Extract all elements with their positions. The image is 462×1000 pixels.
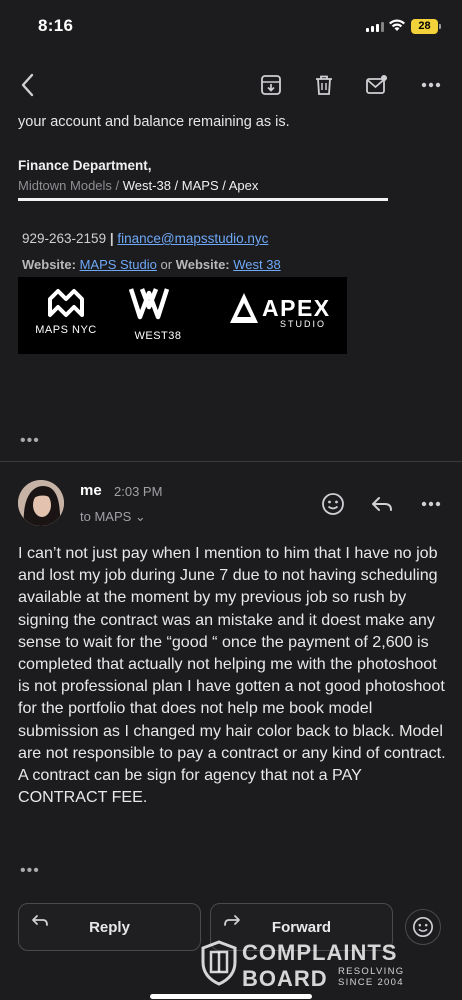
- signature-title: Finance Department,: [18, 158, 152, 173]
- reply-button[interactable]: Reply: [18, 903, 201, 951]
- home-indicator[interactable]: [150, 994, 312, 999]
- status-bar: 8:16 28: [0, 0, 462, 56]
- battery-icon: 28: [411, 19, 441, 34]
- reply-button-label: Reply: [89, 919, 130, 936]
- west38-logo-text: WEST38: [134, 330, 181, 342]
- recipient-details[interactable]: to MAPS ⌄: [80, 509, 146, 525]
- cellular-signal-icon: [366, 22, 384, 32]
- emoji-reaction-icon[interactable]: [318, 489, 348, 519]
- signature-orgs-rest: West-38 / MAPS / Apex: [122, 178, 259, 193]
- apex-logo-text: APEX: [262, 295, 331, 321]
- archive-icon[interactable]: [256, 70, 286, 100]
- wifi-icon: [388, 18, 406, 37]
- message-body: I can’t not just pay when I mention to h…: [18, 544, 446, 807]
- reply-icon[interactable]: [367, 489, 397, 519]
- message-divider: [0, 461, 462, 462]
- mail-toolbar: [0, 56, 462, 116]
- website-link-maps[interactable]: MAPS Studio: [80, 257, 157, 272]
- signature-orgs-dim: Midtown Models /: [18, 178, 123, 193]
- sender-name: me: [80, 482, 102, 499]
- email-link[interactable]: finance@mapsstudio.nyc: [117, 231, 268, 246]
- apex-logo: APEX STUDIO: [230, 293, 331, 329]
- trash-icon[interactable]: [309, 70, 339, 100]
- maps-logo-text: MAPS NYC: [35, 324, 96, 336]
- contact-separator: |: [106, 231, 118, 246]
- website-link-west[interactable]: West 38: [233, 257, 280, 272]
- show-quoted-text-button[interactable]: •••: [20, 862, 40, 880]
- show-trimmed-content-button[interactable]: •••: [20, 432, 40, 450]
- chevron-down-icon: ⌄: [134, 509, 146, 524]
- apex-studio-text: STUDIO: [280, 319, 326, 329]
- contact-line: 929-263-2159 | finance@mapsstudio.nyc: [22, 231, 268, 246]
- website-label-2: Website:: [175, 257, 230, 272]
- previous-message-text: your account and balance remaining as is…: [18, 114, 290, 130]
- maps-logo: MAPS NYC: [35, 289, 96, 336]
- watermark-tag-2: SINCE 2004: [338, 977, 404, 988]
- smiley-icon: [413, 917, 433, 937]
- more-icon[interactable]: [416, 70, 446, 100]
- logo-banner: MAPS NYC WEST38 APEX STUDIO: [18, 277, 347, 354]
- signature-divider: [18, 198, 388, 201]
- recipient-label: to MAPS: [80, 509, 132, 524]
- back-icon[interactable]: [12, 70, 42, 100]
- phone-number[interactable]: 929-263-2159: [22, 231, 106, 246]
- watermark-line-2: BOARD: [242, 966, 328, 991]
- website-line: Website: MAPS Studio or Website: West 38: [22, 257, 281, 272]
- sent-time: 2:03 PM: [114, 484, 163, 499]
- signature-orgs: Midtown Models / West-38 / MAPS / Apex: [18, 178, 258, 193]
- website-label-1: Website:: [22, 257, 76, 272]
- forward-button-label: Forward: [271, 919, 332, 936]
- shield-icon: [201, 940, 237, 986]
- message-more-icon[interactable]: [416, 489, 446, 519]
- avatar[interactable]: [18, 480, 64, 526]
- complaints-board-watermark: COMPLAINTS BOARD RESOLVING SINCE 2004: [200, 936, 415, 992]
- watermark-line-1: COMPLAINTS: [242, 940, 398, 965]
- message-header: me 2:03 PM to MAPS ⌄: [0, 475, 462, 535]
- status-time: 8:16: [38, 16, 74, 35]
- website-or: or: [156, 257, 176, 272]
- west38-logo: WEST38: [128, 288, 181, 342]
- mark-unread-icon[interactable]: [362, 70, 392, 100]
- watermark-tag-1: RESOLVING: [338, 966, 405, 977]
